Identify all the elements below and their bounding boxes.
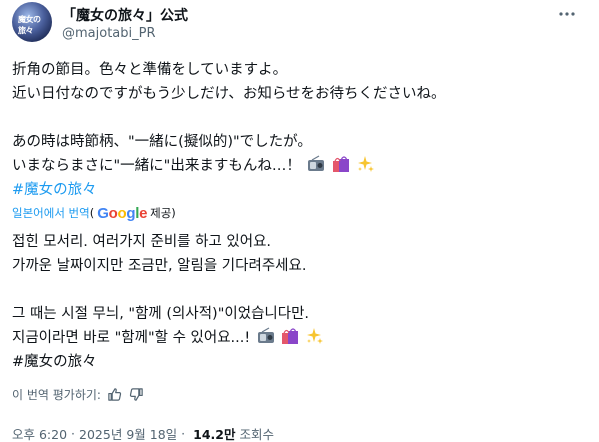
shopping-bags-emoji-icon: [281, 327, 299, 345]
original-line-4: いまならまさに"一緒に"出来ますもんね…！: [12, 158, 301, 174]
shopping-bags-emoji-icon: [332, 155, 350, 173]
tweet-meta: 오후 6:20 · 2025년 9월 18일 · 14.2만 조회수: [12, 424, 274, 442]
tweet-date[interactable]: 2025년 9월 18일: [79, 424, 177, 442]
meta-separator: ·: [181, 425, 186, 441]
translation-attribution: 일본어에서 번역 ( Google 제공): [12, 203, 176, 223]
tweet-translated-text: 접힌 모서리. 여러가지 준비를 하고 있어요. 가까운 날짜이지만 조금만, …: [12, 230, 587, 374]
translated-line-4: 지금이라면 바로 "함께"할 수 있어요...!: [12, 330, 251, 346]
original-line-2: 近い日付なのですがもう少しだけ、お知らせをお待ちくださいね。: [12, 86, 446, 102]
author-name[interactable]: 「魔女の旅々」公式: [62, 5, 188, 25]
meta-separator: ·: [71, 425, 76, 441]
translated-line-3: 그 때는 시절 무늬, "함께 (의사적)"이었습니다만.: [12, 306, 310, 322]
translated-line-4-row: 지금이라면 바로 "함께"할 수 있어요...!: [12, 326, 587, 350]
tweet-original-text: 折角の節目。色々と準備をしていますよ。 近い日付なのですがもう少しだけ、お知らせ…: [12, 58, 587, 202]
views-label: 조회수: [239, 426, 274, 442]
avatar-logo-text: 魔女の旅々: [18, 15, 41, 35]
google-logo: Google: [97, 204, 148, 222]
original-hashtag[interactable]: #魔女の旅々: [12, 178, 587, 202]
radio-emoji-icon: [257, 327, 275, 345]
more-icon[interactable]: [553, 4, 581, 24]
tweet-time[interactable]: 오후 6:20: [12, 424, 67, 442]
translated-hashtag[interactable]: #魔女の旅々: [12, 350, 587, 374]
original-line-1: 折角の節目。色々と準備をしていますよ。: [12, 62, 288, 78]
views-count: 14.2만: [193, 426, 236, 442]
translated-from-japanese-link[interactable]: 일본어에서 번역: [12, 205, 90, 221]
translation-provided-label: 제공): [150, 206, 176, 220]
original-line-3: あの時は時節柄、"一緒に(擬似的)"でしたが。: [12, 134, 312, 150]
thumbs-up-icon[interactable]: [107, 386, 123, 402]
tweet-header: 魔女の旅々 「魔女の旅々」公式 @majotabi_PR: [12, 2, 587, 46]
avatar[interactable]: 魔女の旅々: [12, 2, 52, 42]
sparkles-emoji-icon: [306, 327, 324, 345]
rate-translation-label: 이 번역 평가하기:: [12, 387, 101, 402]
author-handle[interactable]: @majotabi_PR: [62, 26, 156, 41]
translated-line-1: 접힌 모서리. 여러가지 준비를 하고 있어요.: [12, 234, 272, 250]
original-line-4-row: いまならまさに"一緒に"出来ますもんね…！: [12, 154, 587, 178]
rate-translation: 이 번역 평가하기:: [12, 384, 145, 404]
translation-paren-open: (: [89, 206, 95, 220]
thumbs-down-icon[interactable]: [129, 386, 145, 402]
radio-emoji-icon: [307, 155, 325, 173]
sparkles-emoji-icon: [357, 155, 375, 173]
translated-line-2: 가까운 날짜이지만 조금만, 알림을 기다려주세요.: [12, 258, 307, 274]
